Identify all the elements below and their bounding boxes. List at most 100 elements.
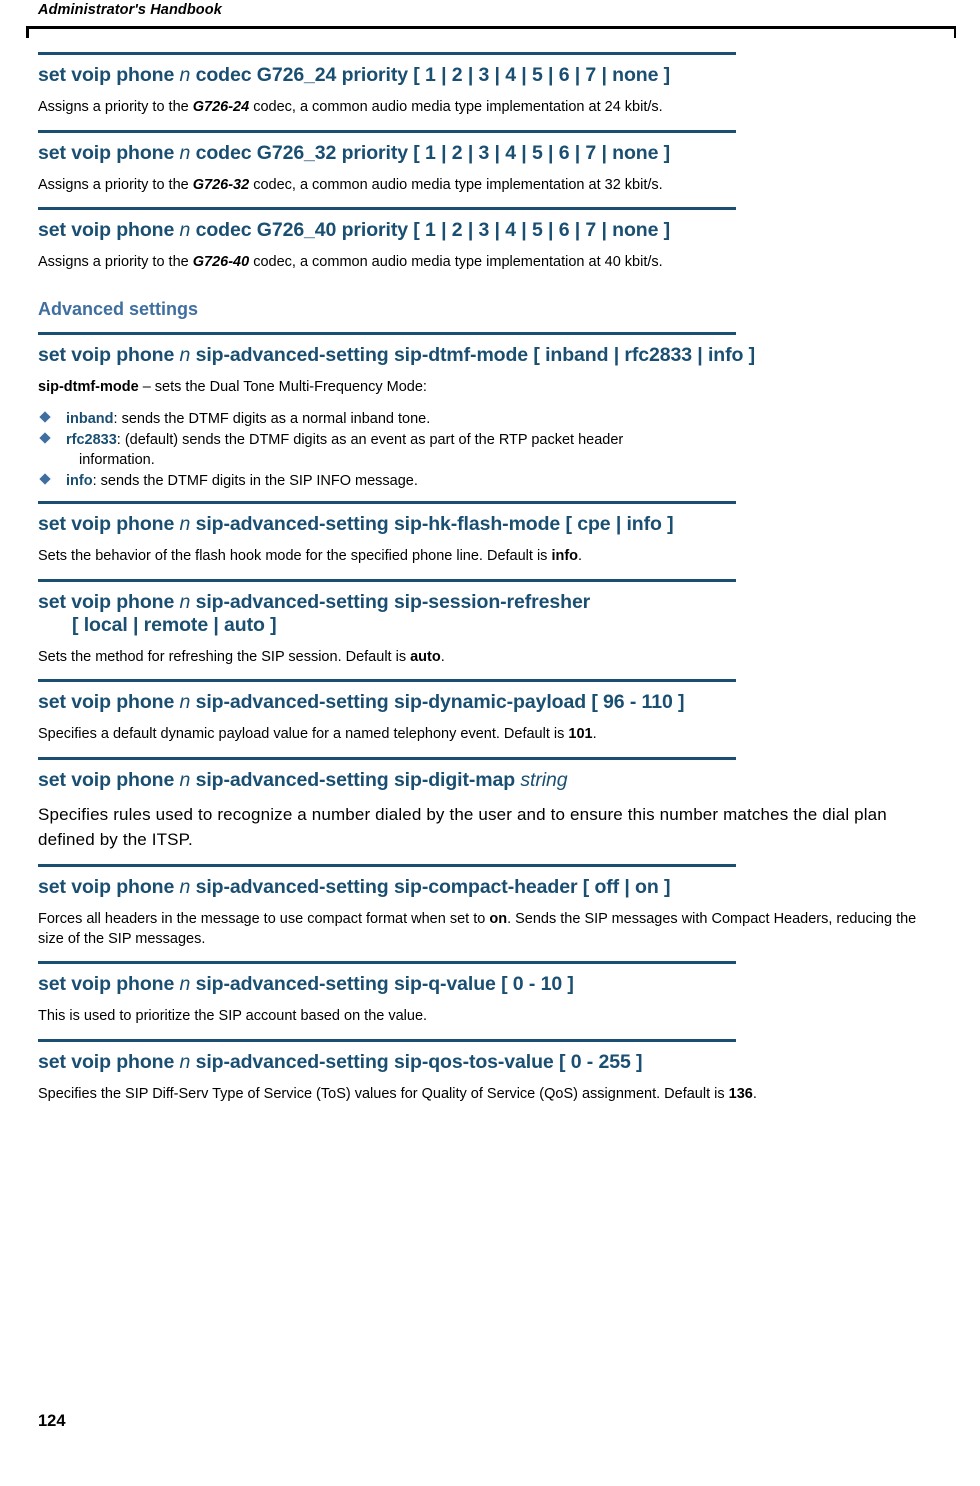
command-suffix: sip-advanced-setting sip-dynamic-payload…: [190, 691, 685, 714]
list-item-term: rfc2833: [66, 432, 117, 449]
diamond-bullet-icon: [39, 473, 51, 485]
desc-post: codec, a common audio media type impleme…: [249, 254, 663, 271]
command-description: Assigns a priority to the G726-24 codec,…: [38, 98, 944, 118]
section-heading-advanced-settings: Advanced settings: [38, 298, 199, 319]
command-suffix: codec G726_24 priority [ 1 | 2 | 3 | 4 |…: [190, 64, 671, 86]
command-description: Specifies rules used to recognize a numb…: [38, 804, 887, 849]
page-number: 124: [38, 1412, 66, 1430]
desc-pre: Sets the method for refreshing the SIP s…: [38, 648, 411, 665]
list-item: inband: sends the DTMF digits as a norma…: [38, 409, 944, 429]
list-item-term: info: [66, 473, 93, 490]
list-item-term: inband: [66, 411, 114, 428]
desc-bold: sip-dtmf-mode: [38, 378, 139, 395]
command-prefix: set voip phone: [38, 219, 180, 242]
page-header: Administrator's Handbook: [0, 0, 980, 44]
command-description: Specifies a default dynamic payload valu…: [38, 725, 944, 745]
command-line-2: [ local | remote | auto ]: [72, 613, 277, 636]
command-variable: n: [179, 513, 191, 536]
desc-pre: Specifies the SIP Diff-Serv Type of Serv…: [38, 1085, 729, 1102]
command-variable: n: [179, 691, 191, 714]
list-item-text: : sends the DTMF digits as a normal inba…: [113, 411, 431, 428]
command-title: set voip phone n sip-advanced-setting si…: [38, 769, 944, 792]
desc-emphasis: G726-24: [192, 99, 250, 115]
command-suffix: sip-advanced-setting sip-qos-tos-value […: [190, 1050, 643, 1073]
command-suffix: sip-advanced-setting sip-q-value [ 0 - 1…: [190, 973, 574, 996]
dtmf-mode-list: inband: sends the DTMF digits as a norma…: [38, 409, 944, 491]
command-variable: n: [179, 768, 191, 791]
divider: [38, 578, 736, 582]
divider: [38, 961, 736, 965]
command-description: Forces all headers in the message to use…: [38, 910, 944, 949]
command-prefix: set voip phone: [38, 876, 180, 899]
divider: [38, 679, 736, 683]
list-item-continuation: information.: [79, 452, 155, 469]
command-block-sip-dynamic-payload: set voip phone n sip-advanced-setting si…: [38, 679, 944, 745]
divider: [38, 501, 736, 505]
command-variable: n: [179, 343, 191, 366]
command-title: set voip phone n sip-advanced-setting si…: [38, 691, 944, 714]
command-suffix: sip-advanced-setting sip-compact-header …: [190, 876, 671, 899]
command-title: set voip phone n codec G726_32 priority …: [38, 142, 944, 165]
diamond-bullet-icon: [39, 432, 51, 444]
desc-post: codec, a common audio media type impleme…: [249, 99, 663, 115]
command-description: Sets the method for refreshing the SIP s…: [38, 648, 944, 668]
command-block-sip-qos-tos-value: set voip phone n sip-advanced-setting si…: [38, 1038, 944, 1105]
desc-bold: info: [551, 548, 579, 565]
divider: [38, 756, 736, 760]
command-block-sip-digit-map: set voip phone n sip-advanced-setting si…: [38, 756, 944, 852]
desc-post: .: [592, 726, 597, 743]
header-rule: [26, 26, 956, 29]
command-prefix: set voip phone: [38, 513, 180, 536]
desc-pre: Sets the behavior of the flash hook mode…: [38, 548, 552, 565]
command-block-sip-session-refresher: set voip phone n sip-advanced-setting si…: [38, 578, 944, 668]
command-prefix: set voip phone: [38, 590, 180, 613]
command-prefix: set voip phone: [38, 768, 180, 791]
command-suffix: sip-advanced-setting sip-session-refresh…: [190, 590, 591, 613]
command-title: set voip phone n sip-advanced-setting si…: [38, 513, 944, 536]
command-variable: n: [179, 141, 191, 164]
command-description: Assigns a priority to the G726-32 codec,…: [38, 176, 944, 196]
command-variable: n: [179, 973, 191, 996]
page: Administrator's Handbook set voip phone …: [0, 0, 980, 1486]
desc-post: codec, a common audio media type impleme…: [249, 176, 663, 193]
command-title: set voip phone n sip-advanced-setting si…: [38, 591, 944, 637]
desc-bold: on: [489, 911, 508, 928]
command-title: set voip phone n sip-advanced-setting si…: [38, 876, 944, 899]
divider: [38, 1038, 736, 1042]
command-title: set voip phone n sip-advanced-setting si…: [38, 973, 944, 996]
desc-post: .: [752, 1085, 757, 1102]
command-block-g726-24: set voip phone n codec G726_24 priority …: [38, 52, 944, 118]
list-item: rfc2833: (default) sends the DTMF digits…: [38, 430, 944, 470]
command-variable: n: [179, 876, 191, 899]
command-variable: n: [179, 1050, 191, 1073]
command-block-sip-dtmf-mode: set voip phone n sip-advanced-setting si…: [38, 331, 944, 492]
divider: [38, 864, 736, 868]
command-title: set voip phone n sip-advanced-setting si…: [38, 1051, 944, 1074]
desc-pre: Specifies a default dynamic payload valu…: [38, 726, 569, 743]
command-suffix: codec G726_32 priority [ 1 | 2 | 3 | 4 |…: [190, 141, 671, 164]
command-variable: n: [179, 590, 191, 613]
command-variable: n: [179, 219, 191, 242]
page-content: set voip phone n codec G726_24 priority …: [38, 52, 944, 1116]
command-block-sip-q-value: set voip phone n sip-advanced-setting si…: [38, 961, 944, 1027]
desc-emphasis: G726-40: [192, 254, 250, 271]
list-item: info: sends the DTMF digits in the SIP I…: [38, 471, 944, 491]
divider: [38, 207, 736, 211]
command-description: Sets the behavior of the flash hook mode…: [38, 547, 944, 567]
desc-pre: Assigns a priority to the: [38, 99, 193, 115]
diamond-bullet-icon: [39, 411, 51, 423]
command-suffix: sip-advanced-setting sip-dtmf-mode [ inb…: [190, 343, 756, 366]
desc-emphasis: G726-32: [192, 176, 250, 193]
desc-pre: Assigns a priority to the: [38, 176, 193, 193]
divider: [38, 129, 736, 133]
header-title: Administrator's Handbook: [38, 2, 222, 18]
desc-bold: 136: [728, 1085, 753, 1102]
command-prefix: set voip phone: [38, 1050, 180, 1073]
command-title: set voip phone n sip-advanced-setting si…: [38, 344, 944, 367]
command-description: Assigns a priority to the G726-40 codec,…: [38, 253, 944, 273]
desc-pre: Assigns a priority to the: [38, 254, 193, 271]
divider: [38, 52, 736, 55]
command-description: This is used to prioritize the SIP accou…: [38, 1008, 428, 1025]
desc-bold: 101: [568, 726, 593, 743]
header-rule-cap-left: [26, 26, 29, 38]
